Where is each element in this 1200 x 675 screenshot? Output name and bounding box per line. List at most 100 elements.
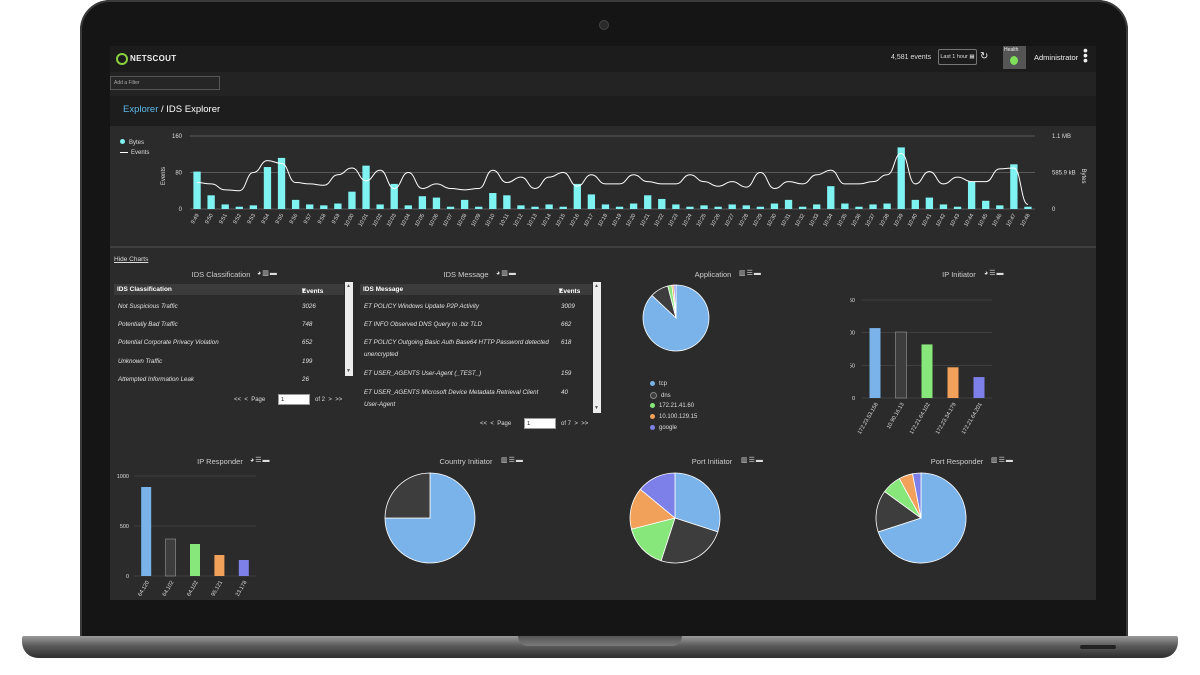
table-cell[interactable]: ET POLICY Outgoing Basic Auth Base64 HTT…	[364, 338, 549, 348]
bytes-bar	[460, 199, 469, 209]
pager-prev[interactable]: <	[244, 397, 248, 403]
pager-last[interactable]: >>	[581, 421, 588, 427]
bytes-bar	[475, 206, 483, 209]
bar-chart-icon[interactable]: ▥	[741, 457, 749, 464]
bar	[895, 331, 907, 399]
pie-slice	[384, 472, 431, 519]
x-tick-label: 10:48	[1020, 213, 1032, 228]
table-cell[interactable]: ET USER_AGENTS User-Agent (_TEST_)	[364, 369, 481, 379]
x-tick-label: 10:27	[724, 213, 736, 228]
table-cell: 748	[302, 321, 313, 328]
kebab-menu-icon[interactable]: • • •	[1083, 46, 1088, 67]
page-input[interactable]	[524, 418, 556, 429]
bar-chart-icon[interactable]: ▥	[262, 270, 270, 277]
trash-icon[interactable]: ▬	[1006, 457, 1014, 464]
scroll-up-icon[interactable]: ▲	[594, 283, 599, 289]
refresh-icon[interactable]: ↻	[980, 51, 988, 62]
column-header-classification[interactable]: IDS Classification	[117, 286, 172, 293]
bytes-bar	[348, 191, 356, 209]
bytes-bar	[601, 204, 610, 209]
trash-icon[interactable]: ▬	[997, 270, 1005, 277]
table-cell[interactable]: Potential Corporate Privacy Violation	[118, 338, 219, 348]
column-header-events[interactable]: Events ▾	[302, 286, 323, 295]
list-icon[interactable]: ☰	[509, 457, 516, 464]
list-icon[interactable]: ☰	[989, 270, 996, 277]
x-tick-label: 23.178	[235, 580, 249, 598]
column-header-events[interactable]: Events ▾	[559, 286, 580, 295]
y-tick-label: 0	[179, 207, 183, 213]
column-header-message[interactable]: IDS Message	[363, 286, 403, 293]
bytes-bar	[573, 183, 581, 209]
x-tick-label: 10:13	[527, 213, 539, 228]
time-range-button[interactable]: Last 1 hour ▦	[938, 49, 977, 65]
legend-item[interactable]: 172.21.41.60	[650, 403, 694, 409]
ip-responder-toolbar: ◕☰▬	[250, 456, 271, 464]
list-icon[interactable]: ☰	[747, 270, 754, 277]
hide-charts-link[interactable]: Hide Charts	[114, 256, 148, 263]
table-cell[interactable]: Potentially Bad Traffic	[118, 320, 178, 330]
pager-first[interactable]: <<	[480, 421, 487, 427]
x-tick-label: 10:15	[555, 213, 567, 228]
pager-last[interactable]: >>	[335, 397, 342, 403]
health-indicator[interactable]: Health	[1003, 46, 1026, 69]
trash-icon[interactable]: ▬	[756, 457, 764, 464]
bar-chart-icon[interactable]: ▥	[501, 270, 509, 277]
pager-next[interactable]: >	[574, 421, 578, 427]
table-cell[interactable]: unencrypted	[364, 350, 398, 360]
y-tick-label: 0	[126, 574, 129, 580]
legend-item[interactable]: 10.100.129.15	[650, 414, 697, 420]
trash-icon[interactable]: ▬	[270, 270, 278, 277]
x-tick-label: 10:18	[597, 213, 609, 228]
ids-message-table-header: IDS Message Events ▾	[360, 284, 592, 295]
scroll-down-icon[interactable]: ▼	[346, 368, 351, 374]
trash-icon[interactable]: ▬	[509, 270, 517, 277]
bar	[141, 487, 152, 576]
bytes-bar	[249, 205, 258, 209]
x-tick-label: 9:58	[317, 213, 328, 225]
legend-item[interactable]: google	[650, 425, 677, 431]
x-tick-label: 10:26	[710, 213, 722, 228]
pager-next[interactable]: >	[328, 397, 332, 403]
bytes-bar	[503, 195, 511, 209]
legend-item[interactable]: tcp	[650, 381, 667, 387]
x-tick-label: 10:32	[794, 213, 806, 228]
table-cell[interactable]: ET INFO Observed DNS Query to .biz TLD	[364, 320, 482, 330]
health-label: Health	[1004, 47, 1019, 53]
table-cell[interactable]: Not Suspicious Traffic	[118, 302, 178, 312]
list-icon[interactable]: ☰	[255, 457, 262, 464]
pager-prev[interactable]: <	[490, 421, 494, 427]
trash-icon[interactable]: ▬	[516, 457, 524, 464]
y-tick-label: 80	[175, 171, 182, 177]
legend-item[interactable]: dns	[650, 392, 671, 399]
x-tick-label: 64.120	[137, 580, 151, 598]
user-menu[interactable]: Administrator	[1034, 53, 1078, 62]
table-cell[interactable]: User-Agent	[364, 400, 395, 410]
list-icon[interactable]: ☰	[999, 457, 1006, 464]
y-tick-label: 0	[852, 396, 855, 402]
list-icon[interactable]: ☰	[749, 457, 756, 464]
pager-first[interactable]: <<	[234, 397, 241, 403]
table-cell[interactable]: Attempted Information Leak	[118, 375, 194, 385]
bar-chart-icon[interactable]: ▥	[991, 457, 999, 464]
table-cell[interactable]: Unknown Traffic	[118, 357, 162, 367]
ids-classification-scrollbar[interactable]: ▲ ▼	[345, 282, 353, 376]
ids-message-scrollbar[interactable]: ▲ ▼	[593, 282, 601, 413]
bytes-bar	[404, 205, 412, 209]
page-input[interactable]	[278, 394, 310, 405]
trash-icon[interactable]: ▬	[754, 270, 762, 277]
bytes-bar	[756, 206, 765, 209]
breadcrumb-explorer-link[interactable]: Explorer	[123, 104, 158, 115]
bar-chart-icon[interactable]: ▥	[739, 270, 747, 277]
bar	[973, 377, 985, 398]
bytes-bar	[320, 205, 328, 209]
laptop-notch	[518, 636, 682, 646]
table-cell[interactable]: ET USER_AGENTS Microsoft Device Metadata…	[364, 388, 538, 398]
filter-input[interactable]	[110, 76, 220, 90]
scroll-down-icon[interactable]: ▼	[594, 405, 599, 411]
bar	[214, 555, 225, 576]
table-cell[interactable]: ET POLICY Windows Update P2P Activity	[364, 302, 479, 312]
scroll-up-icon[interactable]: ▲	[346, 283, 351, 289]
bar-chart-icon[interactable]: ▥	[501, 457, 509, 464]
x-tick-label: 10:35	[837, 213, 849, 228]
trash-icon[interactable]: ▬	[263, 457, 271, 464]
